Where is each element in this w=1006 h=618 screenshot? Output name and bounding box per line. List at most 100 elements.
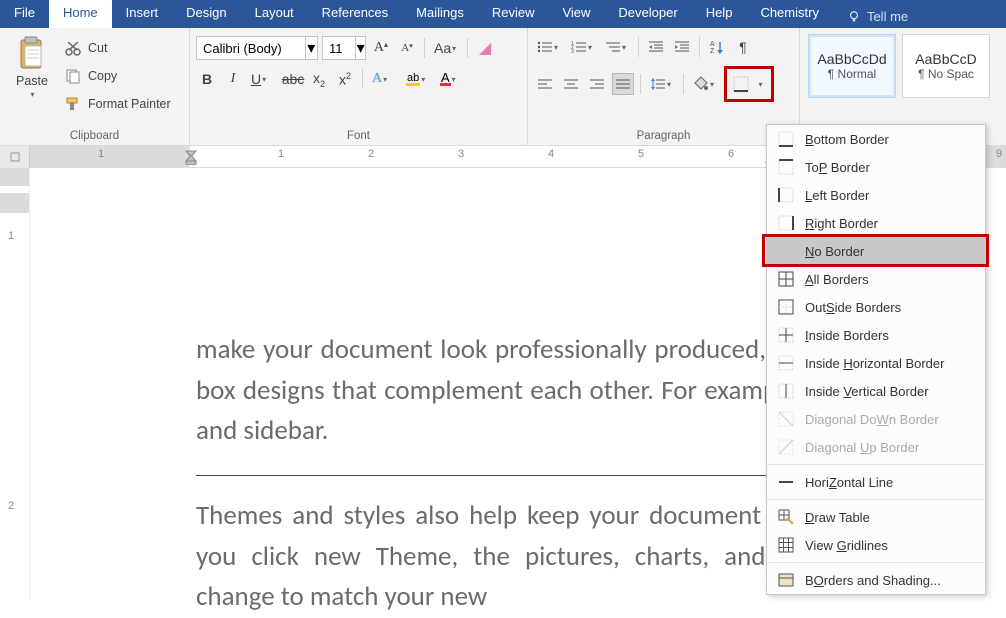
decrease-font-button[interactable]: A▾ — [396, 37, 418, 59]
font-size-dropdown-icon[interactable]: ▾ — [355, 37, 365, 59]
paragraph-group-label: Paragraph — [534, 128, 793, 145]
tab-chemistry[interactable]: Chemistry — [746, 0, 833, 28]
align-center-button[interactable] — [560, 73, 582, 95]
numbering-button[interactable]: 123▾ — [568, 36, 598, 58]
font-name-combo[interactable]: ▾ — [196, 36, 318, 60]
menu-outside-borders[interactable]: OutSide Borders — [767, 293, 985, 321]
menu-inside-borders[interactable]: Inside Borders — [767, 321, 985, 349]
superscript-button[interactable]: x2 — [334, 68, 356, 90]
menu-top-border[interactable]: ToP Border — [767, 153, 985, 181]
tab-help[interactable]: Help — [692, 0, 747, 28]
font-size-input[interactable] — [323, 41, 355, 56]
style-normal[interactable]: AaBbCcDd ¶ Normal — [808, 34, 896, 98]
copy-button[interactable]: Copy — [64, 64, 171, 88]
subscript-button[interactable]: x2 — [308, 68, 330, 90]
ruler-number: 4 — [548, 148, 554, 160]
highlight-button[interactable]: ab▾ — [403, 68, 433, 90]
bold-button[interactable]: B — [196, 68, 218, 90]
decrease-indent-button[interactable] — [645, 36, 667, 58]
multilevel-list-button[interactable]: ▾ — [602, 36, 632, 58]
ruler-toggle-icon[interactable] — [10, 152, 20, 162]
change-case-button[interactable]: Aa▾ — [431, 37, 461, 59]
left-border-icon — [777, 186, 795, 204]
menu-draw-table[interactable]: Draw Table — [767, 503, 985, 531]
shading-button[interactable]: ▾ — [690, 73, 720, 95]
menu-inside-vertical-border[interactable]: Inside Vertical Border — [767, 377, 985, 405]
menu-inside-horizontal-border[interactable]: Inside Horizontal Border — [767, 349, 985, 377]
borders-dropdown-menu: Bottom Border ToP Border Left Border Rig… — [766, 124, 986, 595]
menu-separator — [767, 464, 985, 465]
tab-references[interactable]: References — [308, 0, 402, 28]
tab-file[interactable]: File — [0, 0, 49, 28]
ruler-corner — [0, 146, 30, 168]
vertical-ruler[interactable]: 1 2 — [0, 168, 30, 599]
align-right-button[interactable] — [586, 73, 608, 95]
svg-text:3: 3 — [571, 49, 574, 54]
ruler-number: 5 — [638, 148, 644, 160]
italic-button[interactable]: I — [222, 68, 244, 90]
format-painter-button[interactable]: Format Painter — [64, 92, 171, 116]
gridlines-icon — [777, 536, 795, 554]
ruler-number: 2 — [368, 148, 374, 160]
paste-button[interactable]: Paste ▾ — [6, 32, 58, 122]
tab-developer[interactable]: Developer — [604, 0, 691, 28]
cut-button[interactable]: Cut — [64, 36, 171, 60]
style-preview: AaBbCcD — [915, 51, 976, 67]
font-name-input[interactable] — [197, 41, 305, 56]
cut-label: Cut — [88, 41, 107, 55]
menu-horizontal-line[interactable]: HoriZontal Line — [767, 468, 985, 496]
borders-button[interactable] — [731, 73, 751, 95]
tab-insert[interactable]: Insert — [112, 0, 173, 28]
tab-design[interactable]: Design — [172, 0, 240, 28]
font-size-combo[interactable]: ▾ — [322, 36, 366, 60]
ruler-number: 1 — [98, 148, 104, 160]
borders-icon — [733, 76, 749, 92]
ruler-number: 9 — [996, 148, 1002, 160]
tab-view[interactable]: View — [548, 0, 604, 28]
indent-marker-icon[interactable] — [185, 147, 197, 165]
tab-review[interactable]: Review — [478, 0, 549, 28]
bullets-button[interactable]: ▾ — [534, 36, 564, 58]
menu-right-border[interactable]: Right Border — [767, 209, 985, 237]
outdent-icon — [648, 40, 664, 54]
menu-bottom-border[interactable]: Bottom Border — [767, 125, 985, 153]
tab-mailings[interactable]: Mailings — [402, 0, 478, 28]
menu-label: ToP Border — [805, 160, 870, 175]
scissors-icon — [64, 39, 82, 57]
menu-label: HoriZontal Line — [805, 475, 893, 490]
font-color-button[interactable]: A▾ — [437, 68, 467, 90]
copy-label: Copy — [88, 69, 117, 83]
menu-view-gridlines[interactable]: View Gridlines — [767, 531, 985, 559]
font-name-dropdown-icon[interactable]: ▾ — [305, 37, 318, 59]
tab-layout[interactable]: Layout — [241, 0, 308, 28]
sort-icon: AZ — [709, 39, 725, 55]
menu-borders-and-shading[interactable]: BOrders and Shading... — [767, 566, 985, 594]
sort-button[interactable]: AZ — [706, 36, 728, 58]
borders-dropdown-button[interactable]: ▾ — [753, 73, 767, 95]
borders-button-highlight: ▾ — [724, 66, 774, 102]
increase-indent-button[interactable] — [671, 36, 693, 58]
increase-font-button[interactable]: A▴ — [370, 37, 392, 59]
menu-left-border[interactable]: Left Border — [767, 181, 985, 209]
line-spacing-button[interactable]: ▾ — [647, 73, 677, 95]
format-painter-label: Format Painter — [88, 97, 171, 111]
show-hide-marks-button[interactable]: ¶ — [732, 36, 754, 58]
text-effects-button[interactable]: A▾ — [369, 68, 399, 90]
menu-separator — [767, 562, 985, 563]
paste-dropdown-icon[interactable]: ▾ — [30, 90, 34, 99]
tell-me[interactable]: Tell me — [833, 0, 922, 28]
clear-formatting-button[interactable]: ◢ — [474, 37, 496, 59]
tab-home[interactable]: Home — [49, 0, 112, 28]
separator — [638, 37, 639, 57]
font-color-icon: A — [440, 73, 451, 86]
align-justify-button[interactable] — [612, 73, 634, 95]
right-border-icon — [777, 214, 795, 232]
menu-all-borders[interactable]: All Borders — [767, 265, 985, 293]
style-preview: AaBbCcDd — [817, 51, 886, 67]
strikethrough-button[interactable]: abc — [282, 68, 304, 90]
menu-no-border[interactable]: No Border — [767, 237, 985, 265]
style-no-spacing[interactable]: AaBbCcD ¶ No Spac — [902, 34, 990, 98]
align-left-button[interactable] — [534, 73, 556, 95]
draw-table-icon — [777, 508, 795, 526]
underline-button[interactable]: U▾ — [248, 68, 278, 90]
